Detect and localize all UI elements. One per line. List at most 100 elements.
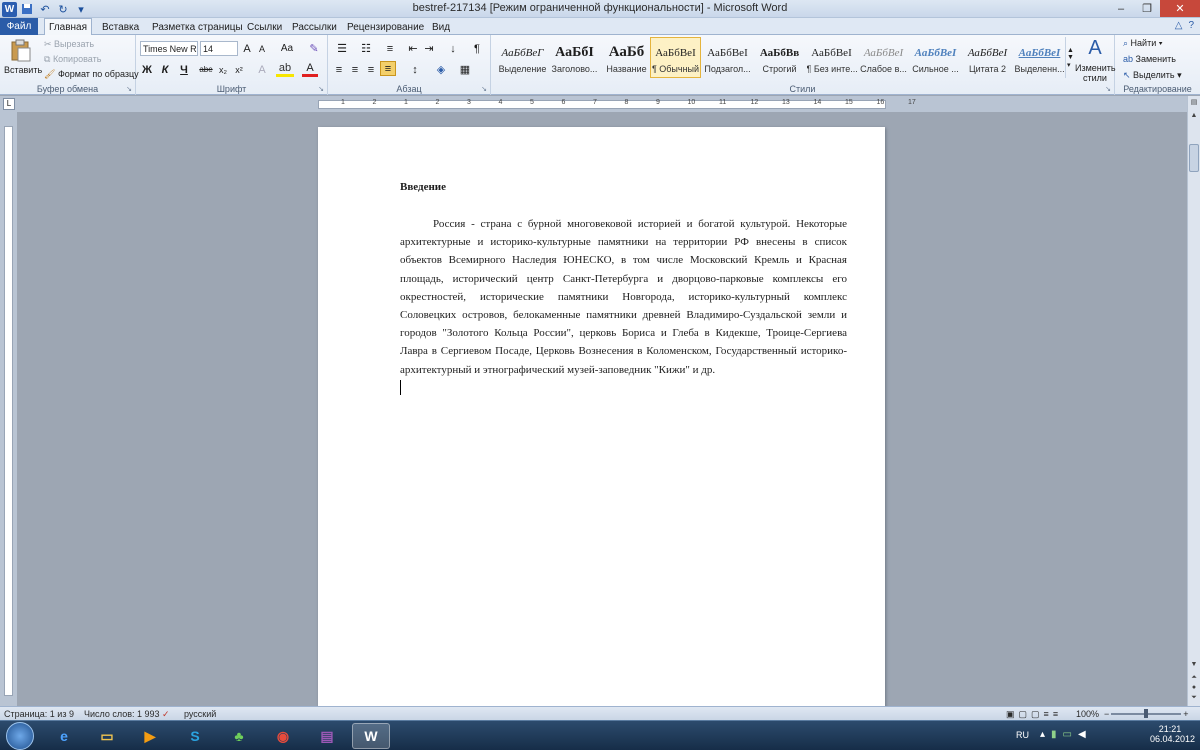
network-icon[interactable]: ▮	[1051, 729, 1057, 740]
font-color-button[interactable]: A	[302, 62, 318, 77]
paragraph-launcher-icon[interactable]: ↘	[481, 85, 487, 93]
media-player-icon[interactable]: ▶	[131, 723, 169, 749]
increase-indent-icon[interactable]: ⇥	[422, 41, 436, 56]
ie-icon[interactable]: e	[45, 723, 83, 749]
scroll-thumb[interactable]	[1189, 144, 1199, 172]
sort-icon[interactable]: ↓	[446, 41, 460, 56]
input-language[interactable]: RU	[1016, 730, 1029, 740]
full-screen-icon[interactable]: ▢	[1019, 709, 1028, 720]
bold-button[interactable]: Ж	[140, 62, 154, 77]
styles-scroll-icon[interactable]: ▲ ▼ ▾	[1065, 37, 1075, 78]
style-quote2[interactable]: АаБбВеI Цитата 2	[962, 37, 1013, 78]
vertical-scrollbar[interactable]: ▤ ▲ ▼ ⏶ ● ⏷	[1187, 96, 1200, 706]
superscript-button[interactable]: x²	[232, 62, 246, 77]
styles-launcher-icon[interactable]: ↘	[1105, 85, 1111, 93]
find-button[interactable]: ⌕ Найти ▾	[1123, 38, 1163, 49]
numbering-icon[interactable]: ☷	[356, 41, 376, 56]
change-case-button[interactable]: Aa	[278, 41, 296, 56]
tab-view[interactable]: Вид	[432, 19, 450, 35]
paste-button[interactable]: Вставить	[4, 65, 42, 75]
tab-file[interactable]: Файл	[0, 18, 38, 35]
shading-icon[interactable]: ◈	[432, 62, 450, 77]
skype-icon[interactable]: S	[176, 723, 214, 749]
subscript-button[interactable]: x₂	[216, 62, 230, 77]
scroll-down-icon[interactable]: ▼	[1189, 661, 1199, 672]
horizontal-ruler[interactable]: L 1 2 1 2 3 4 5 6 7 8 9 10 11 12 13 14 15 16 17	[0, 96, 1200, 112]
word-taskbar-icon[interactable]: W	[352, 723, 390, 749]
outline-icon[interactable]: ≡	[1044, 709, 1049, 720]
document-page[interactable]: Введение Россия - страна с бурной многов…	[318, 127, 885, 706]
zoom-in-icon[interactable]: +	[1183, 709, 1188, 719]
select-button[interactable]: ↖ Выделить ▾	[1123, 70, 1182, 81]
style-intense-quote[interactable]: АаБбВеI Выделенн...	[1014, 37, 1065, 78]
font-size-combo[interactable]: 14	[200, 41, 238, 56]
strikethrough-button[interactable]: abe	[198, 62, 214, 77]
close-icon[interactable]: ✕	[1160, 0, 1200, 17]
tab-page-layout[interactable]: Разметка страницы	[152, 19, 243, 35]
minimize-icon[interactable]: –	[1108, 0, 1134, 17]
word-count[interactable]: Число слов: 1 993	[84, 709, 160, 719]
tab-references[interactable]: Ссылки	[247, 19, 282, 35]
battery-icon[interactable]: ▭	[1063, 729, 1072, 740]
clock[interactable]: 21:21 06.04.2012	[1150, 724, 1195, 744]
chrome-icon[interactable]: ◉	[264, 723, 302, 749]
style-strong[interactable]: АаБбВв Строгий	[754, 37, 805, 78]
tab-review[interactable]: Рецензирование	[347, 19, 424, 35]
draft-icon[interactable]: ≡	[1053, 709, 1058, 720]
ruler-toggle-icon[interactable]: ▤	[1189, 98, 1199, 109]
winrar-icon[interactable]: ▤	[308, 723, 346, 749]
change-styles-icon[interactable]: A	[1083, 37, 1107, 59]
change-styles-button[interactable]: Изменить стили	[1075, 63, 1116, 83]
style-subtle-emphasis[interactable]: АаБбВеI Слабое в...	[858, 37, 909, 78]
grow-font-button[interactable]: A	[240, 41, 254, 56]
scroll-up-icon[interactable]: ▲	[1189, 112, 1199, 123]
borders-icon[interactable]: ▦	[456, 62, 474, 77]
tray-expand-icon[interactable]: ▴	[1040, 729, 1045, 740]
explorer-icon[interactable]: ▭	[88, 723, 126, 749]
start-button[interactable]	[6, 722, 34, 750]
text-effects-icon[interactable]: A	[254, 62, 270, 77]
line-spacing-icon[interactable]: ↕	[406, 62, 424, 77]
tab-insert[interactable]: Вставка	[102, 19, 139, 35]
web-layout-icon[interactable]: ▢	[1031, 709, 1040, 720]
zoom-thumb[interactable]	[1144, 709, 1149, 718]
font-name-combo[interactable]: Times New Rc	[140, 41, 198, 56]
replace-button[interactable]: ab Заменить	[1123, 54, 1176, 64]
print-layout-icon[interactable]: ▣	[1006, 709, 1015, 720]
bullets-icon[interactable]: ☰	[332, 41, 352, 56]
align-right-icon[interactable]: ≡	[364, 62, 378, 77]
format-painter-button[interactable]: 🖌 Формат по образцу	[44, 69, 139, 80]
justify-icon[interactable]: ≡	[380, 61, 396, 76]
style-subtitle[interactable]: АаБбВеI Подзагол...	[702, 37, 753, 78]
utility-icon[interactable]: ♣	[220, 723, 258, 749]
next-page-icon[interactable]: ⏷	[1189, 694, 1199, 705]
underline-button[interactable]: Ч	[176, 62, 192, 77]
show-marks-button[interactable]: ¶	[470, 41, 484, 56]
multilevel-list-icon[interactable]: ≡	[380, 41, 400, 56]
volume-icon[interactable]: ◀	[1078, 729, 1086, 740]
vertical-ruler[interactable]	[0, 112, 17, 706]
paste-icon[interactable]	[6, 37, 36, 63]
copy-button[interactable]: ⧉ Копировать	[44, 54, 101, 65]
highlight-icon[interactable]: ab	[276, 62, 294, 77]
clear-format-icon[interactable]: ✎	[306, 41, 322, 56]
decrease-indent-icon[interactable]: ⇤	[406, 41, 420, 56]
style-title[interactable]: АаБб Название	[601, 37, 652, 78]
cut-button[interactable]: ✂ Вырезать	[44, 39, 94, 50]
style-heading1[interactable]: АаБбI Заголово...	[549, 37, 600, 78]
style-intense-emphasis[interactable]: АаБбВеI Сильное ...	[910, 37, 961, 78]
style-normal[interactable]: АаБбВеI ¶ Обычный	[650, 37, 701, 78]
clipboard-launcher-icon[interactable]: ↘	[126, 85, 132, 93]
align-left-icon[interactable]: ≡	[332, 62, 346, 77]
proofing-icon[interactable]: ✓	[162, 709, 170, 720]
tab-selector-icon[interactable]: L	[3, 98, 15, 110]
shrink-font-button[interactable]: A	[255, 41, 269, 56]
zoom-out-icon[interactable]: −	[1104, 709, 1109, 719]
style-emphasis[interactable]: АаБбВеГ Выделение	[497, 37, 548, 78]
zoom-level[interactable]: 100%	[1076, 709, 1099, 719]
page-count[interactable]: Страница: 1 из 9	[4, 709, 74, 719]
font-launcher-icon[interactable]: ↘	[318, 85, 324, 93]
italic-button[interactable]: К	[158, 62, 172, 77]
align-center-icon[interactable]: ≡	[348, 62, 362, 77]
maximize-icon[interactable]: ❐	[1134, 0, 1160, 17]
